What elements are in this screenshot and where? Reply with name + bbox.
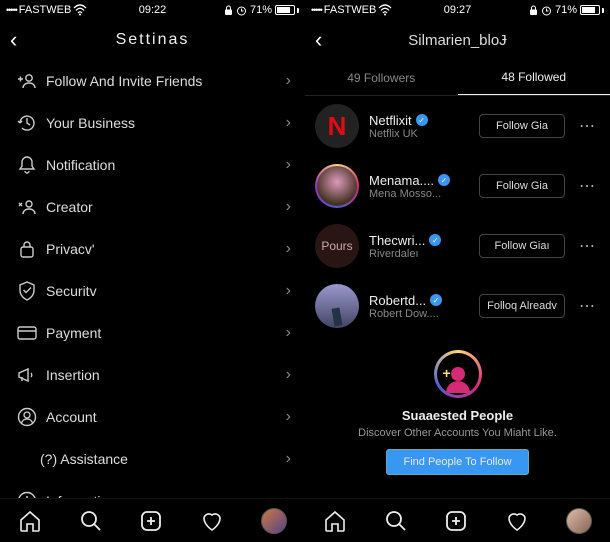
user-sub: Robert Dow.... <box>369 308 469 320</box>
follow-button[interactable]: Folloq Alreadv <box>479 294 565 318</box>
chevron-right-icon: › <box>286 114 291 132</box>
add-icon[interactable] <box>139 509 163 533</box>
item-label: Follow And Invite Friends <box>40 73 286 89</box>
tab-followers[interactable]: 49 Followers <box>305 60 458 95</box>
page-title: Silmarien_bloɈ <box>305 32 610 49</box>
item-payment[interactable]: Payment › <box>0 312 305 354</box>
creator-icon <box>14 199 40 215</box>
more-icon[interactable]: ⋯ <box>575 236 600 256</box>
user-sub: Riverdaleı <box>369 248 469 260</box>
user-name: Menama.... <box>369 173 434 188</box>
item-label: Securitv <box>40 283 286 299</box>
item-your-business[interactable]: Your Business › <box>0 102 305 144</box>
bell-icon <box>14 155 40 175</box>
avatar: N <box>315 104 359 148</box>
chevron-right-icon: › <box>286 450 291 468</box>
user-row[interactable]: Menama.... ✓ Mena Mosso... Follow Gia ⋯ <box>305 156 610 216</box>
find-people-button[interactable]: Find People To Follow <box>386 449 528 475</box>
suggested-subtitle: Discover Other Accounts You Miaht Like. <box>325 427 590 439</box>
user-name: Netflixit <box>369 113 412 128</box>
search-icon[interactable] <box>79 509 103 533</box>
suggested-people-icon: + <box>434 350 482 398</box>
follow-button[interactable]: Follow Giaı <box>479 234 565 258</box>
avatar <box>315 164 359 208</box>
bottom-nav <box>305 498 610 542</box>
item-label: Your Business <box>40 115 286 131</box>
verified-icon: ✓ <box>429 234 441 246</box>
user-sub: Mena Mosso... <box>369 188 469 200</box>
shield-icon <box>14 281 40 301</box>
add-icon[interactable] <box>444 509 468 533</box>
header: ‹ Silmarien_bloɈ <box>305 20 610 60</box>
status-bar: ••••• FASTWEB 09:27 71% <box>305 0 610 20</box>
clock: 09:27 <box>305 4 610 16</box>
chevron-right-icon: › <box>286 240 291 258</box>
verified-icon: ✓ <box>438 174 450 186</box>
item-label: Account <box>40 409 286 425</box>
lock-icon <box>14 239 40 259</box>
item-account[interactable]: Account › <box>0 396 305 438</box>
profile-avatar[interactable] <box>566 508 592 534</box>
user-name: Robertd... <box>369 293 426 308</box>
verified-icon: ✓ <box>430 294 442 306</box>
history-icon <box>14 113 40 133</box>
chevron-right-icon: › <box>286 156 291 174</box>
more-icon[interactable]: ⋯ <box>575 176 600 196</box>
account-icon <box>14 407 40 427</box>
heart-icon[interactable] <box>505 509 529 533</box>
user-row[interactable]: Pours Thecwri... ✓ Riverdaleı Follow Giaı… <box>305 216 610 276</box>
item-label: Insertion <box>40 367 286 383</box>
avatar: Pours <box>315 224 359 268</box>
suggested-title: Suaaested People <box>325 408 590 423</box>
megaphone-icon <box>14 366 40 384</box>
chevron-right-icon: › <box>286 408 291 426</box>
user-sub: Netflix UK <box>369 128 469 140</box>
item-label: Creator <box>40 199 286 215</box>
more-icon[interactable]: ⋯ <box>575 296 600 316</box>
card-icon <box>14 325 40 341</box>
clock: 09:22 <box>0 4 305 16</box>
item-assistance[interactable]: (?) Assistance › <box>0 438 305 480</box>
search-icon[interactable] <box>384 509 408 533</box>
chevron-right-icon: › <box>286 324 291 342</box>
user-row[interactable]: Robertd... ✓ Robert Dow.... Folloq Alread… <box>305 276 610 336</box>
profile-avatar[interactable] <box>261 508 287 534</box>
item-follow-invite[interactable]: Follow And Invite Friends › <box>0 60 305 102</box>
chevron-right-icon: › <box>286 198 291 216</box>
home-icon[interactable] <box>18 509 42 533</box>
item-label: Payment <box>40 325 286 341</box>
bottom-nav <box>0 498 305 542</box>
header: ‹ Settinas <box>0 20 305 60</box>
chevron-right-icon: › <box>286 366 291 384</box>
suggested-section: + Suaaested People Discover Other Accoun… <box>305 336 610 489</box>
user-name: Thecwri... <box>369 233 425 248</box>
heart-icon[interactable] <box>200 509 224 533</box>
item-label: Privacv' <box>40 241 286 257</box>
user-row[interactable]: N Netflixit ✓ Netflix UK Follow Gia ⋯ <box>305 96 610 156</box>
item-privacy[interactable]: Privacv' › <box>0 228 305 270</box>
status-bar: ••••• FASTWEB 09:22 71% <box>0 0 305 20</box>
page-title: Settinas <box>0 31 305 49</box>
item-security[interactable]: Securitv › <box>0 270 305 312</box>
item-notification[interactable]: Notification › <box>0 144 305 186</box>
verified-icon: ✓ <box>416 114 428 126</box>
follow-button[interactable]: Follow Gia <box>479 174 565 198</box>
chevron-right-icon: › <box>286 282 291 300</box>
item-insertion[interactable]: Insertion › <box>0 354 305 396</box>
settings-list: Follow And Invite Friends › Your Busines… <box>0 60 305 542</box>
add-friend-icon <box>14 73 40 89</box>
item-label: Notification <box>40 157 286 173</box>
item-label: (?) Assistance <box>40 451 286 467</box>
avatar <box>315 284 359 328</box>
more-icon[interactable]: ⋯ <box>575 116 600 136</box>
home-icon[interactable] <box>323 509 347 533</box>
chevron-right-icon: › <box>286 72 291 90</box>
tabs: 49 Followers 48 Followed <box>305 60 610 96</box>
item-creator[interactable]: Creator › <box>0 186 305 228</box>
user-list: N Netflixit ✓ Netflix UK Follow Gia ⋯ Men… <box>305 96 610 336</box>
follow-button[interactable]: Follow Gia <box>479 114 565 138</box>
tab-followed[interactable]: 48 Followed <box>458 60 610 95</box>
